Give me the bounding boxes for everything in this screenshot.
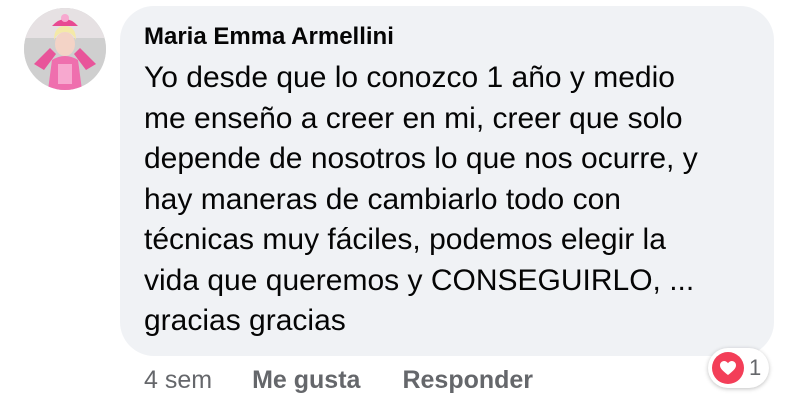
comment-author[interactable]: Maria Emma Armellini: [144, 22, 754, 52]
like-button[interactable]: Me gusta: [252, 366, 360, 395]
comment-bubble: Maria Emma Armellini Yo desde que lo con…: [120, 6, 774, 356]
comment-timestamp[interactable]: 4 sem: [144, 366, 212, 395]
comment: Maria Emma Armellini Yo desde que lo con…: [0, 0, 800, 400]
reply-button[interactable]: Responder: [402, 366, 533, 395]
love-reaction-icon: [712, 352, 744, 384]
reaction-summary[interactable]: 1: [708, 348, 770, 388]
comment-actions: 4 sem Me gusta Responder: [144, 362, 575, 398]
avatar-image: [24, 8, 106, 90]
avatar[interactable]: [24, 8, 106, 90]
comment-text: Yo desde que lo conozco 1 año y medio me…: [144, 61, 698, 337]
reaction-count: 1: [749, 355, 762, 380]
